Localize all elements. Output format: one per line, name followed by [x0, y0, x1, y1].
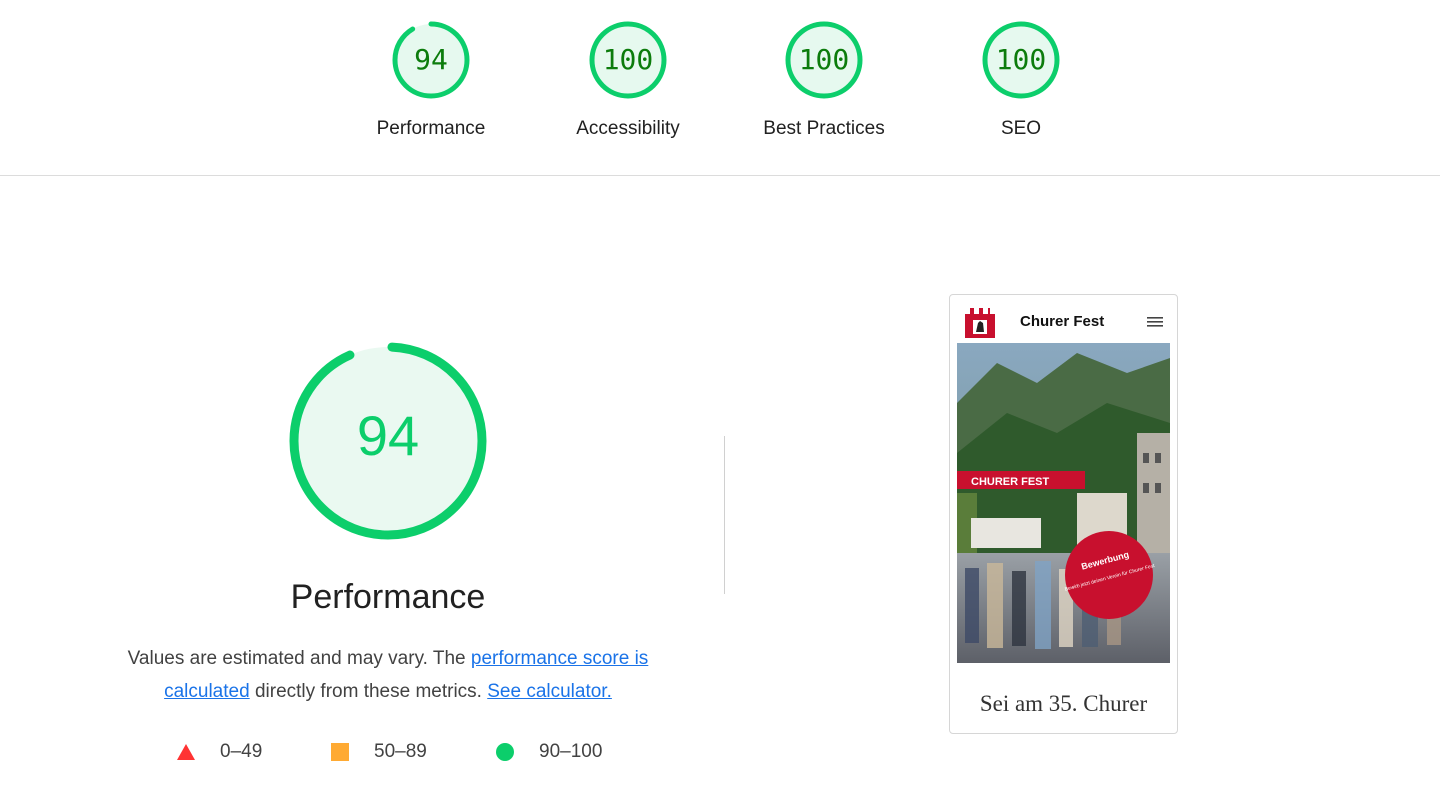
see-calculator-link[interactable]: See calculator.	[487, 681, 612, 702]
gauge-label: Performance	[376, 118, 486, 139]
site-title: Churer Fest	[1020, 313, 1105, 330]
performance-score: 94	[356, 404, 420, 467]
legend-range: 0–49	[220, 741, 263, 762]
description-text: directly from these metrics.	[249, 681, 488, 702]
final-screenshot[interactable]: Churer Fest CHURER FEST Bewerbung Bewirb…	[949, 294, 1178, 734]
square-icon	[331, 743, 349, 761]
gauge-seo[interactable]: 100 SEO	[921, 0, 1121, 176]
legend-range: 50–89	[374, 741, 427, 762]
coat-of-arms-icon	[965, 308, 995, 338]
triangle-icon	[177, 744, 195, 760]
gauge-performance[interactable]: 94 Performance	[331, 0, 531, 176]
gauge-accessibility[interactable]: 100 Accessibility	[528, 0, 728, 176]
performance-description: Values are estimated and may vary. The p…	[92, 642, 684, 708]
gauge-score: 100	[995, 43, 1047, 76]
section-divider	[724, 436, 725, 594]
gauge-label: SEO	[1000, 118, 1042, 139]
hero-image: CHURER FEST Bewerbung Bewirb jetzt deine…	[957, 343, 1170, 663]
circle-icon	[496, 743, 514, 761]
banner-text: CHURER FEST	[971, 476, 1050, 488]
legend-range: 90–100	[539, 741, 603, 762]
gauge-score: 94	[414, 43, 448, 76]
gauge-score: 100	[602, 43, 654, 76]
hamburger-menu-icon[interactable]	[1146, 315, 1164, 329]
performance-title: Performance	[290, 578, 486, 616]
category-header: 94 Performance 100 Accessibility 100 Bes…	[0, 0, 1440, 176]
gauge-score: 100	[798, 43, 850, 76]
site-header: Churer Fest	[950, 295, 1177, 343]
gauge-label: Accessibility	[576, 118, 680, 139]
gauge-label: Best Practices	[763, 118, 885, 139]
description-text: Values are estimated and may vary. The	[127, 648, 471, 669]
gauge-best-practices[interactable]: 100 Best Practices	[724, 0, 924, 176]
hero-caption: Sei am 35. Churer	[979, 691, 1148, 716]
